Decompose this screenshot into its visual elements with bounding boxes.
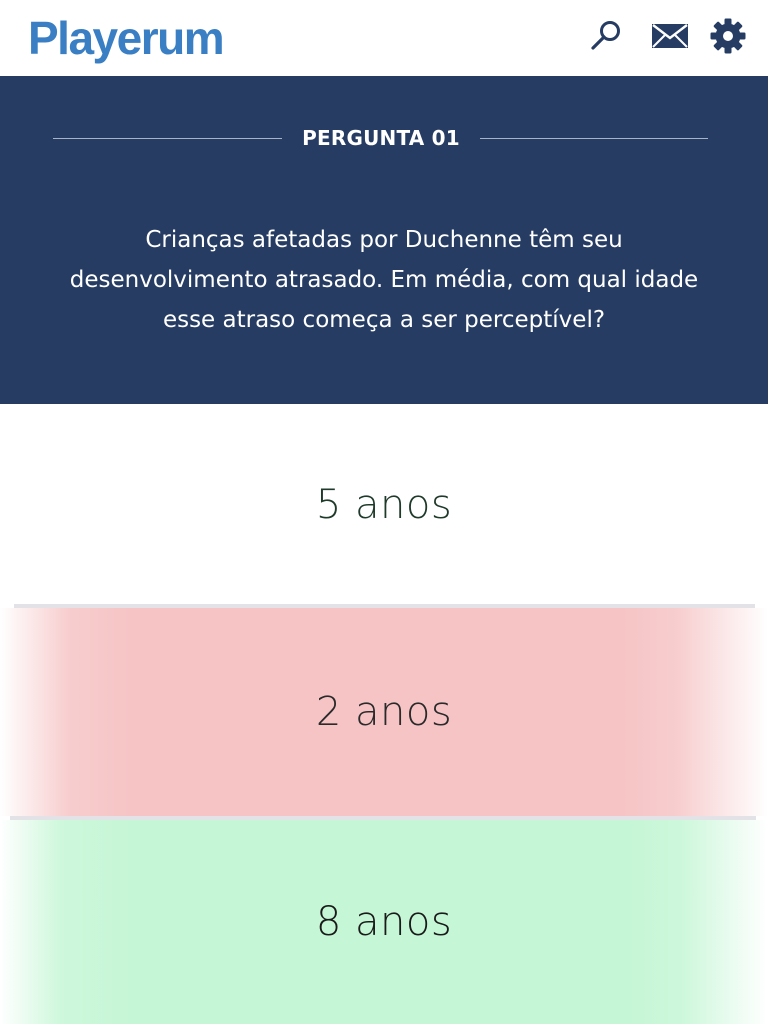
mail-icon — [652, 24, 688, 48]
question-divider-left — [53, 138, 282, 139]
search-button[interactable] — [586, 16, 626, 56]
search-icon — [591, 21, 620, 50]
answer-option-1[interactable]: 5 anos — [0, 404, 768, 606]
top-bar: Playerum — [0, 0, 768, 76]
answer-option-2-label: 2 anos — [315, 689, 453, 735]
answer-option-3-label: 8 anos — [315, 899, 453, 945]
question-number: PERGUNTA 01 — [302, 126, 460, 150]
messages-button[interactable] — [650, 16, 690, 56]
settings-button[interactable] — [708, 16, 748, 56]
gear-icon — [710, 18, 746, 54]
answer-option-3-correct[interactable]: 8 anos — [0, 820, 768, 1024]
question-panel: PERGUNTA 01 Crianças afetadas por Duchen… — [0, 76, 768, 404]
question-divider-right — [480, 138, 708, 139]
app-logo[interactable]: Playerum — [28, 6, 225, 70]
app-root: Playerum PERGUNTA 01 Crianças afetadas p… — [0, 0, 768, 1024]
question-text: Crianças afetadas por Duchenne têm seu d… — [69, 227, 699, 333]
answer-option-2-wrong[interactable]: 2 anos — [0, 608, 768, 816]
answer-option-1-label: 5 anos — [315, 482, 453, 528]
